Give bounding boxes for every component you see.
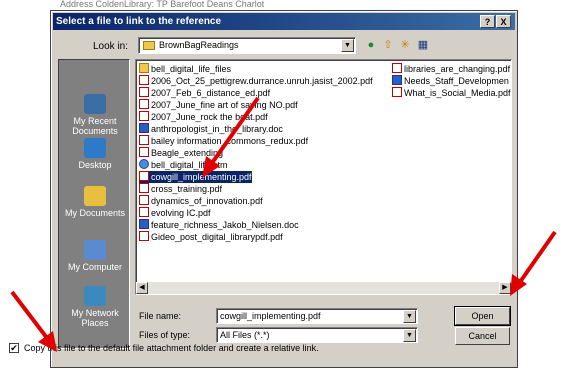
help-button[interactable]: ? [480,15,495,28]
dialog-title-bar: Select a file to link to the reference ?… [53,13,515,30]
pdf-file-icon [392,87,402,97]
list-item[interactable]: 2007_June_fine art of saying NO.pdf [139,99,298,111]
list-item[interactable]: What_is_Social_Media.pdf [392,87,511,99]
place-recent-documents[interactable]: My Recent Documents [59,94,131,136]
place-my-documents[interactable]: My Documents [59,186,131,218]
list-item[interactable]: bailey information_commons_redux.pdf [139,135,308,147]
look-in-label: Look in: [93,41,129,52]
place-label: My Network Places [71,308,119,328]
list-item[interactable]: Beagle_extending [139,147,223,159]
folder-icon [143,41,155,50]
word-doc-icon [392,75,402,85]
chevron-down-icon[interactable]: ▼ [403,310,416,323]
copy-file-checkbox[interactable]: ✔ [9,343,19,353]
file-open-dialog: Select a file to link to the reference ?… [50,10,518,368]
html-file-icon [139,159,149,169]
place-network[interactable]: My Network Places [59,286,131,328]
copy-file-checkbox-label: Copy this file to the default file attac… [24,343,319,353]
open-button[interactable]: Open [454,306,511,326]
place-desktop[interactable]: Desktop [59,138,131,170]
look-in-combobox[interactable]: BrownBagReadings ▼ [138,37,356,54]
dialog-title: Select a file to link to the reference [56,16,222,27]
scroll-right-icon[interactable]: ▶ [499,282,511,294]
file-name-input[interactable]: cowgill_implementing.pdf ▼ [216,308,418,324]
list-item-selected[interactable]: cowgill_implementing.pdf [138,170,253,184]
word-doc-icon [139,219,149,229]
view-menu-icon[interactable]: ▦ [415,38,431,53]
my-computer-icon [84,240,106,260]
scroll-left-icon[interactable]: ◀ [136,282,148,294]
list-item[interactable]: 2006_Oct_25_pettigrew.durrance.unruh.jas… [139,75,373,87]
file-list[interactable]: bell_digital_life_files 2006_Oct_25_pett… [135,59,512,295]
list-item[interactable]: bell_digital_life.htm [139,159,228,171]
list-item[interactable]: cross_training.pdf [139,183,222,195]
list-item[interactable]: 2007_June_rock the boat.pdf [139,111,268,123]
list-item[interactable]: Gideo_post_digital_librarypdf.pdf [139,231,283,243]
folder-icon [139,63,149,73]
file-name-label: File name: [139,311,182,321]
pdf-file-icon [139,135,149,145]
list-item[interactable]: anthropologist_in_the_library.doc [139,123,283,135]
chevron-down-icon[interactable]: ▼ [341,39,354,52]
pdf-file-icon [139,111,149,121]
file-type-label: Files of type: [139,330,191,340]
word-doc-icon [139,123,149,133]
list-item[interactable]: dynamics_of_innovation.pdf [139,195,263,207]
network-places-icon [84,286,106,306]
place-my-computer[interactable]: My Computer [59,240,131,272]
back-icon[interactable]: ● [363,38,379,53]
list-item[interactable]: feature_richness_Jakob_Nielsen.doc [139,219,299,231]
list-item[interactable]: Needs_Staff_Developmen [392,75,509,87]
place-label: My Recent Documents [72,116,118,136]
pdf-file-icon [139,195,149,205]
up-folder-icon[interactable]: ⇧ [380,38,396,53]
list-item[interactable]: 2007_Feb_6_distance_ed.pdf [139,87,270,99]
desktop-icon [84,138,106,158]
look-in-value: BrownBagReadings [159,40,239,50]
new-folder-icon[interactable]: ✳ [397,38,413,53]
pdf-file-icon [139,75,149,85]
places-bar: My Recent Documents Desktop My Documents… [58,59,130,349]
list-item[interactable]: evolving IC.pdf [139,207,211,219]
list-item[interactable]: libraries_are_changing.pdf [392,63,510,75]
file-type-value: All Files (*.*) [220,330,270,340]
pdf-file-icon [139,183,149,193]
place-label: Desktop [78,160,112,170]
pdf-file-icon [139,147,149,157]
pdf-file-icon [139,171,149,181]
pdf-file-icon [392,63,402,73]
horizontal-scrollbar[interactable]: ◀ ▶ [136,282,511,294]
pdf-file-icon [139,99,149,109]
place-label: My Documents [64,208,126,218]
my-documents-icon [84,186,106,206]
close-button[interactable]: X [496,15,511,28]
chevron-down-icon[interactable]: ▼ [403,329,416,342]
place-label: My Computer [67,262,122,272]
cancel-button[interactable]: Cancel [455,327,510,345]
file-name-value: cowgill_implementing.pdf [220,311,321,321]
recent-documents-icon [84,94,106,114]
file-type-select[interactable]: All Files (*.*) ▼ [216,327,418,343]
pdf-file-icon [139,87,149,97]
list-item[interactable]: bell_digital_life_files [139,63,231,75]
pdf-file-icon [139,231,149,241]
pdf-file-icon [139,207,149,217]
